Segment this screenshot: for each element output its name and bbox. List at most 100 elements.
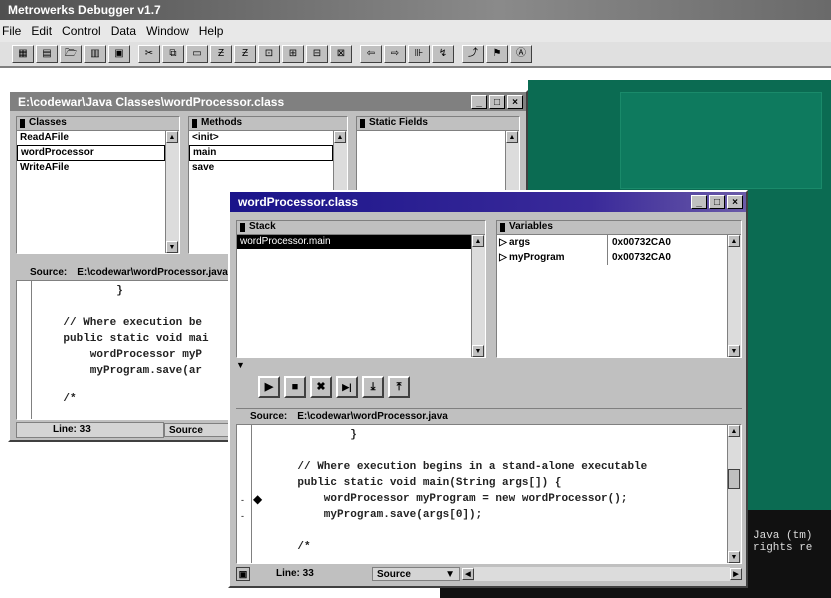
scroll-down-icon[interactable]: ▼ — [728, 551, 740, 563]
scroll-up-icon[interactable]: ▲ — [506, 131, 518, 143]
scroll-down-icon[interactable]: ▼ — [728, 345, 740, 357]
forward-icon[interactable]: ⇨ — [384, 45, 406, 63]
source-path: E:\codewar\wordProcessor.java — [77, 266, 228, 278]
stop-button[interactable]: ■ — [284, 376, 306, 398]
scroll-right-icon[interactable]: ▶ — [730, 568, 742, 580]
scroll-up-icon[interactable]: ▲ — [728, 425, 740, 437]
folder-icon[interactable]: 🗁 — [60, 45, 82, 63]
debug-window-title-bar: wordProcessor.class _ □ × — [230, 192, 746, 212]
kill-button[interactable]: ✖ — [310, 376, 332, 398]
breakpoint-gutter[interactable] — [17, 281, 32, 419]
stepout-icon[interactable]: ⤴ — [462, 45, 484, 63]
close-icon[interactable]: × — [727, 195, 743, 209]
class-item[interactable]: WriteAFile — [17, 161, 179, 175]
code-line: wordProcessor myP — [37, 349, 203, 361]
maximize-icon[interactable]: □ — [709, 195, 725, 209]
step-over-button[interactable]: ▶| — [336, 376, 358, 398]
paste-icon[interactable]: ▭ — [186, 45, 208, 63]
stack-scrollbar[interactable]: ▲ ▼ — [471, 235, 485, 357]
scroll-thumb[interactable] — [728, 469, 740, 489]
cut-icon[interactable]: ✂ — [138, 45, 160, 63]
flag-icon[interactable]: ⚑ — [486, 45, 508, 63]
pane-collapse-icon[interactable]: ▼ — [236, 360, 245, 370]
method-item[interactable]: <init> — [189, 131, 347, 145]
horizontal-scrollbar[interactable] — [474, 567, 730, 581]
source-scrollbar[interactable]: ▲ ▼ — [727, 425, 741, 563]
menu-window[interactable]: Window — [146, 24, 189, 38]
stepin-icon[interactable]: ↯ — [432, 45, 454, 63]
source-mode-value: Source — [377, 569, 411, 580]
stack2-icon[interactable]: ▤ — [36, 45, 58, 63]
debug-window-title: wordProcessor.class — [238, 195, 359, 209]
stack-icon[interactable]: ▦ — [12, 45, 34, 63]
menu-data[interactable]: Data — [111, 24, 136, 38]
static-fields-title: Static Fields — [357, 117, 519, 131]
variable-name: myProgram — [509, 250, 608, 265]
variable-value: 0x00732CA0 — [612, 237, 671, 248]
menu-edit[interactable]: Edit — [31, 24, 52, 38]
window3-icon[interactable]: ⊟ — [306, 45, 328, 63]
class-window-title-bar: E:\codewar\Java Classes\wordProcessor.cl… — [10, 92, 526, 111]
variable-row[interactable]: ▷ myProgram 0x00732CA0 — [497, 250, 727, 265]
breakpoint-marker-icon[interactable]: - — [241, 511, 244, 521]
breakpoint-marker-icon[interactable]: - — [241, 495, 244, 505]
close-icon[interactable]: × — [507, 94, 523, 109]
copy-icon[interactable]: ⧉ — [162, 45, 184, 63]
variables-title: Variables — [497, 221, 741, 235]
doc-icon[interactable]: ▥ — [84, 45, 106, 63]
zoom-icon[interactable]: Ƶ — [210, 45, 232, 63]
menu-file[interactable]: File — [2, 24, 21, 38]
minimize-icon[interactable]: _ — [471, 94, 487, 109]
variable-row[interactable]: ▷ args 0x00732CA0 — [497, 235, 727, 250]
classes-title: Classes — [17, 117, 179, 131]
method-item-selected[interactable]: main — [189, 145, 333, 161]
breakpoint-gutter[interactable]: - - — [237, 425, 252, 563]
scroll-down-icon[interactable]: ▼ — [166, 241, 178, 253]
scroll-up-icon[interactable]: ▲ — [472, 235, 484, 247]
grid-icon[interactable]: ▣ — [108, 45, 130, 63]
back-icon[interactable]: ⇦ — [360, 45, 382, 63]
step-icon[interactable]: ⊪ — [408, 45, 430, 63]
scroll-up-icon[interactable]: ▲ — [728, 235, 740, 247]
code-line: /* — [271, 541, 311, 553]
scroll-down-icon[interactable]: ▼ — [472, 345, 484, 357]
source-mode-select[interactable]: Source ▼ — [372, 567, 460, 581]
code-line: // Where execution be — [37, 317, 203, 329]
app-title-bar: Metrowerks Debugger v1.7 — [0, 0, 831, 20]
scroll-up-icon[interactable]: ▲ — [334, 131, 346, 143]
console-line-1: Java (tm) — [753, 530, 813, 542]
step-out-button[interactable]: ⤒ — [388, 376, 410, 398]
toolbar: ▦ ▤ 🗁 ▥ ▣ ✂ ⧉ ▭ Ƶ Ƶ ⊡ ⊞ ⊟ ⊠ ⇦ ⇨ ⊪ ↯ ⤴ ⚑ Ⓐ — [0, 42, 831, 68]
dropdown-arrow-icon: ▼ — [445, 569, 455, 580]
window4-icon[interactable]: ⊠ — [330, 45, 352, 63]
minimize-icon[interactable]: _ — [691, 195, 707, 209]
maximize-icon[interactable]: □ — [489, 94, 505, 109]
class-item-selected[interactable]: wordProcessor — [17, 145, 165, 161]
debug-controls: ▶ ■ ✖ ▶| ⤓ ⤒ — [258, 376, 410, 398]
class-window-title: E:\codewar\Java Classes\wordProcessor.cl… — [18, 94, 285, 109]
variables-pane: Variables ▷ args 0x00732CA0 ▷ myProgram … — [496, 220, 742, 358]
source-label: Source: — [250, 411, 288, 422]
code-line: myProgram.save(args[0]); — [271, 509, 483, 521]
step-into-button[interactable]: ⤓ — [362, 376, 384, 398]
run-button[interactable]: ▶ — [258, 376, 280, 398]
variables-scrollbar[interactable]: ▲ ▼ — [727, 235, 741, 357]
expand-triangle-icon[interactable]: ▷ — [497, 250, 509, 265]
text-icon[interactable]: Ⓐ — [510, 45, 532, 63]
stack-frame-selected[interactable]: wordProcessor.main — [237, 235, 471, 249]
menu-help[interactable]: Help — [199, 24, 224, 38]
menu-control[interactable]: Control — [62, 24, 101, 38]
zoom2-icon[interactable]: Ƶ — [234, 45, 256, 63]
scroll-left-icon[interactable]: ◀ — [462, 568, 474, 580]
classes-scrollbar[interactable]: ▲ ▼ — [165, 131, 179, 253]
console-line-2: rights re — [753, 542, 813, 554]
layout-toggle-icon[interactable]: ▣ — [236, 567, 250, 581]
scroll-up-icon[interactable]: ▲ — [166, 131, 178, 143]
window2-icon[interactable]: ⊞ — [282, 45, 304, 63]
menu-bar: File Edit Control Data Window Help — [0, 20, 831, 42]
debug-source-view: - - ◆ } // Where execution begins in a s… — [236, 424, 742, 564]
expand-triangle-icon[interactable]: ▷ — [497, 235, 509, 250]
method-item[interactable]: save — [189, 161, 347, 175]
window1-icon[interactable]: ⊡ — [258, 45, 280, 63]
class-item[interactable]: ReadAFile — [17, 131, 179, 145]
